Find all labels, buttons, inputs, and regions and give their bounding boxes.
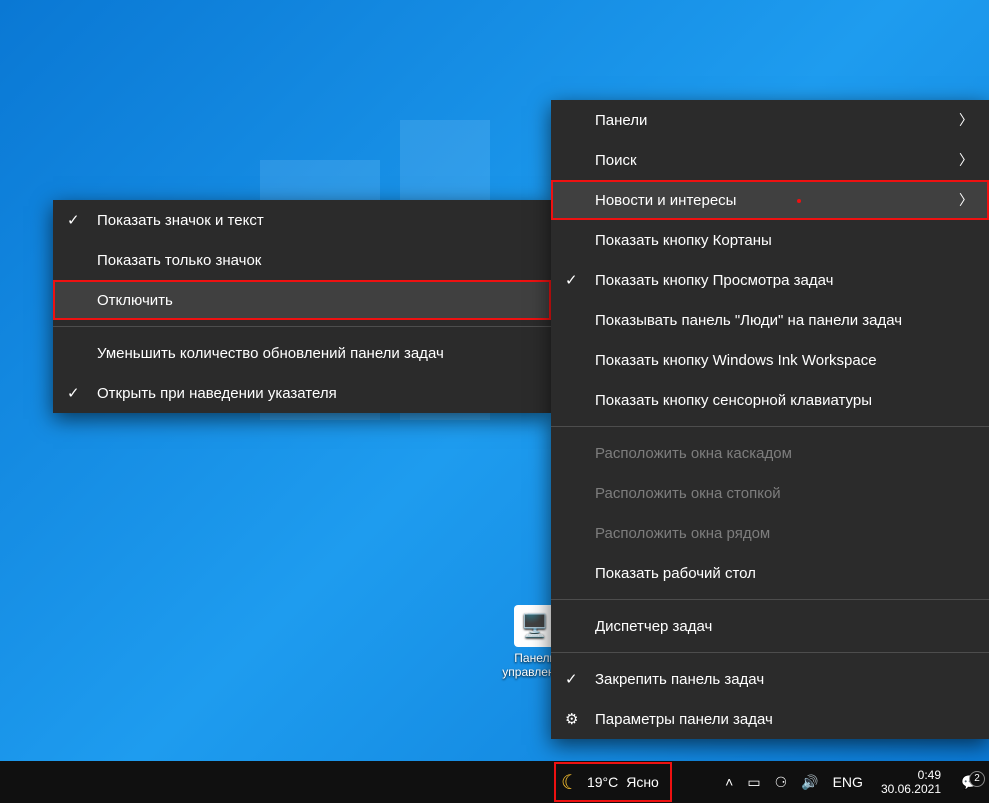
menu-item-taskview-button[interactable]: ✓ Показать кнопку Просмотра задач (551, 260, 989, 300)
check-icon: ✓ (565, 271, 578, 289)
taskbar-context-menu: Панели 〉 Поиск 〉 Новости и интересы 〉 По… (551, 100, 989, 739)
taskbar: ☾ 19°C Ясно ˄ ▭ ⚆ 🔊 ENG 0:49 30.06.2021 … (0, 761, 989, 803)
taskbar-weather[interactable]: ☾ 19°C Ясно (555, 763, 671, 801)
control-panel-icon: 🖥️ (514, 605, 556, 647)
menu-label: Показать кнопку Windows Ink Workspace (595, 352, 877, 369)
menu-item-task-manager[interactable]: Диспетчер задач (551, 606, 989, 646)
annotation-dot (797, 199, 801, 203)
menu-label: Показать рабочий стол (595, 565, 756, 582)
menu-label: Показать кнопку Кортаны (595, 232, 772, 249)
check-icon: ✓ (565, 670, 578, 688)
tray-wifi-icon[interactable]: ⚆ (775, 774, 788, 791)
gear-icon: ⚙ (565, 710, 578, 728)
menu-item-news-interests[interactable]: Новости и интересы 〉 (551, 180, 989, 220)
tray-chevron-up-icon[interactable]: ˄ (725, 774, 733, 790)
menu-label: Закрепить панель задач (595, 671, 764, 688)
separator (53, 326, 551, 327)
separator (551, 652, 989, 653)
submenu-item-open-on-hover[interactable]: ✓ Открыть при наведении указателя (53, 373, 551, 413)
menu-item-taskbar-settings[interactable]: ⚙ Параметры панели задач (551, 699, 989, 739)
submenu-item-disable[interactable]: Отключить (53, 280, 551, 320)
menu-item-touch-keyboard[interactable]: Показать кнопку сенсорной клавиатуры (551, 380, 989, 420)
chevron-right-icon: 〉 (959, 190, 973, 210)
menu-item-show-desktop[interactable]: Показать рабочий стол (551, 553, 989, 593)
menu-label: Параметры панели задач (595, 711, 773, 728)
submenu-item-show-icon-only[interactable]: Показать только значок (53, 240, 551, 280)
menu-label: Показать кнопку Просмотра задач (595, 272, 833, 289)
menu-label: Показать кнопку сенсорной клавиатуры (595, 392, 872, 409)
menu-label: Показывать панель "Люди" на панели задач (595, 312, 902, 329)
submenu-label: Открыть при наведении указателя (97, 385, 337, 402)
tray-volume-icon[interactable]: 🔊 (801, 774, 818, 791)
menu-item-search[interactable]: Поиск 〉 (551, 140, 989, 180)
chevron-right-icon: 〉 (959, 150, 973, 170)
menu-label: Панели (595, 112, 647, 129)
moon-icon: ☾ (561, 770, 579, 795)
tray-battery-icon[interactable]: ▭ (747, 774, 760, 791)
submenu-item-reduce-updates[interactable]: Уменьшить количество обновлений панели з… (53, 333, 551, 373)
check-icon: ✓ (67, 211, 80, 229)
menu-item-stack: Расположить окна стопкой (551, 473, 989, 513)
menu-item-cortana-button[interactable]: Показать кнопку Кортаны (551, 220, 989, 260)
menu-label: Поиск (595, 152, 637, 169)
separator (551, 426, 989, 427)
separator (551, 599, 989, 600)
notification-badge: 2 (969, 771, 985, 787)
menu-item-ink-workspace[interactable]: Показать кнопку Windows Ink Workspace (551, 340, 989, 380)
menu-item-lock-taskbar[interactable]: ✓ Закрепить панель задач (551, 659, 989, 699)
menu-item-cascade: Расположить окна каскадом (551, 433, 989, 473)
submenu-label: Показать только значок (97, 252, 261, 269)
submenu-news-interests: ✓ Показать значок и текст Показать тольк… (53, 200, 551, 413)
chevron-right-icon: 〉 (959, 110, 973, 130)
weather-cond: Ясно (626, 774, 659, 790)
clock-date: 30.06.2021 (881, 782, 941, 796)
menu-item-panels[interactable]: Панели 〉 (551, 100, 989, 140)
weather-temp: 19°C (587, 774, 618, 790)
menu-item-side-by-side: Расположить окна рядом (551, 513, 989, 553)
submenu-label: Уменьшить количество обновлений панели з… (97, 345, 444, 362)
tray-language[interactable]: ENG (833, 774, 863, 790)
menu-label: Расположить окна рядом (595, 525, 770, 542)
clock-time: 0:49 (881, 768, 941, 782)
menu-label: Диспетчер задач (595, 618, 712, 635)
menu-label: Расположить окна стопкой (595, 485, 781, 502)
system-tray: ˄ ▭ ⚆ 🔊 ENG (717, 774, 871, 791)
taskbar-clock[interactable]: 0:49 30.06.2021 (871, 768, 951, 796)
submenu-label: Показать значок и текст (97, 212, 264, 229)
menu-label: Расположить окна каскадом (595, 445, 792, 462)
action-center[interactable]: 💬 2 (951, 774, 989, 791)
check-icon: ✓ (67, 384, 80, 402)
menu-label: Новости и интересы (595, 192, 736, 209)
submenu-label: Отключить (97, 292, 173, 309)
menu-item-people-bar[interactable]: Показывать панель "Люди" на панели задач (551, 300, 989, 340)
submenu-item-show-icon-text[interactable]: ✓ Показать значок и текст (53, 200, 551, 240)
